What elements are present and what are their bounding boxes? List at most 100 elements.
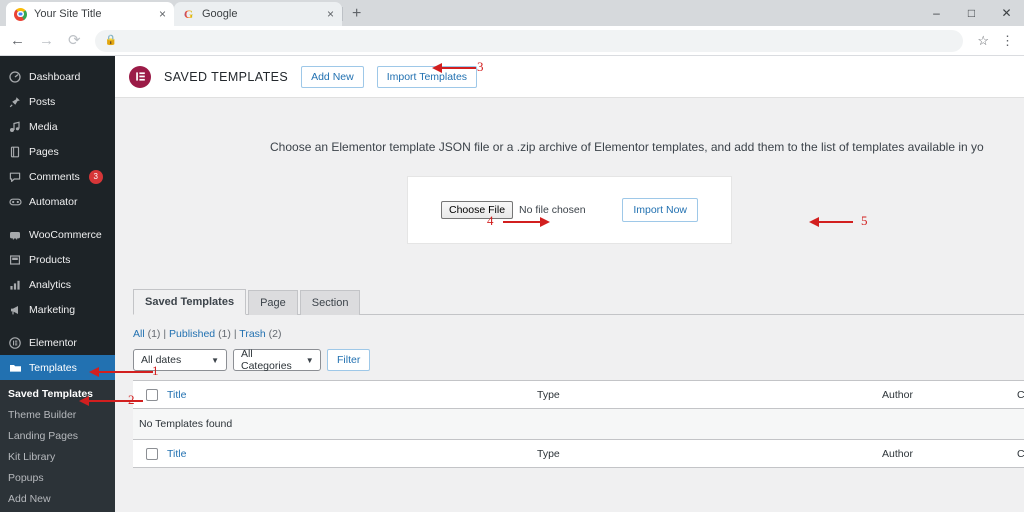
back-icon[interactable]: ← (10, 33, 25, 48)
maximize-icon[interactable]: □ (954, 0, 989, 26)
table-header-row: Title Type Author Categori (133, 381, 1024, 409)
submenu-item-kit-library[interactable]: Kit Library (0, 446, 115, 467)
window-controls: – □ ✕ (919, 0, 1024, 26)
lock-icon: 🔒 (104, 35, 118, 46)
status-count-all: (1) (147, 328, 161, 340)
sidebar-item-analytics[interactable]: Analytics (0, 272, 115, 297)
chevron-down-icon: ▼ (211, 355, 219, 365)
status-separator: | (233, 328, 237, 340)
tab-page[interactable]: Page (248, 290, 298, 315)
analytics-icon (8, 278, 22, 292)
no-file-chosen-label: No file chosen (519, 204, 586, 216)
empty-message: No Templates found (139, 418, 233, 430)
pages-icon (8, 145, 22, 159)
sidebar-item-pages[interactable]: Pages (0, 139, 115, 164)
dates-filter-select[interactable]: All dates ▼ (133, 349, 227, 371)
sidebar-item-comments[interactable]: Comments 3 (0, 164, 115, 189)
column-footer-categories[interactable]: Categori (1017, 448, 1024, 460)
submenu-item-label: Popups (8, 471, 44, 484)
sidebar-item-marketing[interactable]: Marketing (0, 297, 115, 322)
status-link-all[interactable]: All (133, 328, 145, 340)
submenu-item-label: Landing Pages (8, 429, 79, 442)
column-header-author[interactable]: Author (882, 389, 1017, 401)
sidebar-item-label: Posts (29, 95, 56, 108)
tab-section[interactable]: Section (299, 290, 361, 315)
submenu-item-add-new[interactable]: Add New (0, 488, 115, 509)
admin-sidebar: Dashboard Posts Media Pages Comments 3 A… (0, 56, 115, 512)
categories-filter-select[interactable]: All Categories ▼ (233, 348, 321, 372)
select-all-checkbox-footer[interactable] (146, 447, 158, 460)
elementor-icon (8, 336, 22, 350)
choose-file-button[interactable]: Choose File (441, 201, 514, 219)
status-link-published[interactable]: Published (169, 328, 215, 340)
forward-icon[interactable]: → (39, 33, 54, 48)
sidebar-item-label: WooCommerce (29, 228, 102, 241)
sidebar-item-label: Products (29, 253, 71, 266)
submenu-item-label: Add New (8, 492, 51, 505)
menu-separator (0, 214, 115, 222)
browser-toolbar: ← → ⟳ 🔒 ☆ ⋮ (0, 26, 1024, 56)
import-now-button[interactable]: Import Now (622, 198, 698, 222)
pin-icon (8, 95, 22, 109)
products-icon (8, 253, 22, 267)
main-content: SAVED TEMPLATES Add New Import Templates… (115, 56, 1024, 512)
column-header-type[interactable]: Type (537, 389, 882, 401)
status-count-trash: (2) (268, 328, 282, 340)
column-footer-type[interactable]: Type (537, 448, 882, 460)
column-header-categories[interactable]: Categori (1017, 389, 1024, 401)
address-bar[interactable]: 🔒 (94, 29, 964, 52)
submenu-item-landing-pages[interactable]: Landing Pages (0, 425, 115, 446)
sidebar-item-posts[interactable]: Posts (0, 89, 115, 114)
file-input-group: Choose File No file chosen (441, 201, 586, 219)
sidebar-item-label: Analytics (29, 278, 72, 291)
tab-title: Your Site Title (34, 8, 102, 20)
browser-tab-1[interactable]: G Google × (174, 2, 342, 26)
column-footer-title[interactable]: Title (167, 448, 537, 460)
submenu-item-popups[interactable]: Popups (0, 467, 115, 488)
close-icon[interactable]: × (159, 8, 166, 20)
import-description: Choose an Elementor template JSON file o… (270, 140, 984, 154)
select-all-checkbox[interactable] (146, 388, 158, 401)
chrome-icon (14, 7, 27, 21)
sidebar-item-elementor[interactable]: Elementor (0, 330, 115, 355)
annotation-number-1: 1 (152, 363, 159, 378)
sidebar-item-products[interactable]: Products (0, 247, 115, 272)
close-window-icon[interactable]: ✕ (989, 0, 1024, 26)
toolbar-right: ☆ ⋮ (977, 33, 1014, 49)
upload-box: Choose File No file chosen Import Now (407, 176, 732, 244)
templates-table: Title Type Author Categori No Templates … (133, 380, 1024, 468)
sidebar-item-woocommerce[interactable]: WooCommerce (0, 222, 115, 247)
browser-menu-icon[interactable]: ⋮ (1001, 33, 1014, 49)
close-icon[interactable]: × (327, 8, 334, 20)
new-tab-button[interactable]: + (343, 5, 370, 23)
marketing-icon (8, 303, 22, 317)
minimize-icon[interactable]: – (919, 0, 954, 26)
browser-window: Your Site Title × G Google × + – □ ✕ ← →… (0, 0, 1024, 512)
submenu-item-theme-builder[interactable]: Theme Builder (0, 404, 115, 425)
dashboard-icon (8, 70, 22, 84)
tab-saved-templates[interactable]: Saved Templates (133, 289, 247, 315)
add-new-button[interactable]: Add New (301, 65, 364, 88)
annotation-number-2: 2 (128, 392, 135, 407)
sidebar-item-media[interactable]: Media (0, 114, 115, 139)
browser-tab-0[interactable]: Your Site Title × (6, 2, 174, 26)
reload-icon[interactable]: ⟳ (68, 33, 81, 48)
sidebar-item-label: Templates (29, 361, 77, 374)
sidebar-item-dashboard[interactable]: Dashboard (0, 64, 115, 89)
status-link-trash[interactable]: Trash (239, 328, 265, 340)
categories-filter-value: All Categories (241, 348, 292, 372)
filter-button[interactable]: Filter (327, 349, 371, 371)
filter-bar: All dates ▼ All Categories ▼ Filter (133, 348, 1024, 372)
annotation-number-4: 4 (487, 213, 494, 228)
annotation-arrow-4 (503, 217, 550, 227)
menu-separator (0, 322, 115, 330)
bookmark-star-icon[interactable]: ☆ (977, 33, 989, 49)
annotation-number-5: 5 (861, 213, 868, 228)
folder-icon (8, 361, 22, 375)
column-header-title[interactable]: Title (167, 389, 537, 401)
comments-icon (8, 170, 22, 184)
sidebar-item-automator[interactable]: Automator (0, 189, 115, 214)
submenu-item-label: Theme Builder (8, 408, 77, 421)
column-footer-author[interactable]: Author (882, 448, 1017, 460)
sidebar-item-label: Comments (29, 170, 80, 183)
